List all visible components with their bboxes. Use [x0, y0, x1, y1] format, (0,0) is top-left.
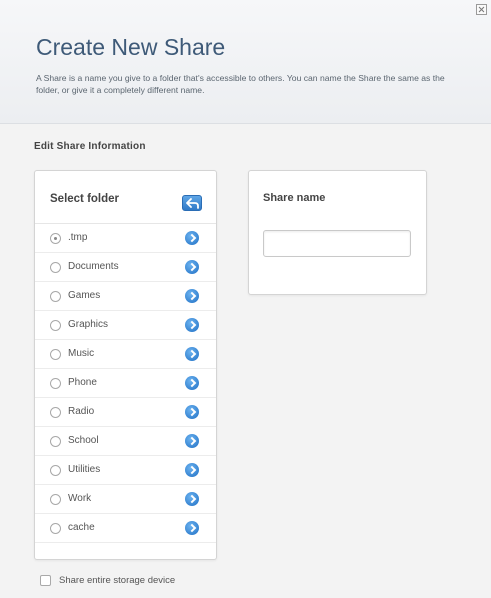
folder-name: Games [68, 290, 101, 301]
chevron-right-icon[interactable] [185, 492, 199, 506]
folder-radio[interactable] [50, 436, 61, 447]
folder-item[interactable]: School [35, 427, 216, 456]
folder-name: Music [68, 348, 95, 359]
folder-radio[interactable] [50, 407, 61, 418]
folder-name: Documents [68, 261, 119, 272]
back-arrow-icon[interactable] [182, 195, 202, 211]
folder-name: Work [68, 493, 92, 504]
folder-item[interactable]: Music [35, 340, 216, 369]
dialog-title: Create New Share [36, 34, 226, 60]
folder-panel-header: Select folder [35, 171, 216, 224]
select-folder-label: Select folder [50, 193, 120, 205]
folder-item[interactable]: Utilities [35, 456, 216, 485]
folder-radio[interactable] [50, 233, 61, 244]
folder-item[interactable]: .tmp [35, 224, 216, 253]
share-name-input[interactable] [263, 230, 411, 257]
folder-list: .tmp Documents Games Graphics Music Phone Radi… [35, 224, 216, 543]
folder-item[interactable]: Games [35, 282, 216, 311]
folder-name: Radio [68, 406, 95, 417]
close-icon[interactable] [476, 4, 487, 15]
share-entire-device-checkbox[interactable] [40, 575, 51, 586]
folder-radio[interactable] [50, 291, 61, 302]
chevron-right-icon[interactable] [185, 347, 199, 361]
folder-radio[interactable] [50, 349, 61, 360]
folder-radio[interactable] [50, 494, 61, 505]
chevron-right-icon[interactable] [185, 434, 199, 448]
dialog-description: A Share is a name you give to a folder t… [36, 73, 445, 95]
chevron-right-icon[interactable] [185, 231, 199, 245]
section-title: Edit Share Information [34, 141, 146, 152]
folder-name: Utilities [68, 464, 101, 475]
folder-item[interactable]: cache [35, 514, 216, 543]
chevron-right-icon[interactable] [185, 463, 199, 477]
folder-item[interactable]: Documents [35, 253, 216, 282]
share-name-label: Share name [263, 192, 326, 204]
create-share-dialog: Create New Share A Share is a name you g… [0, 0, 491, 598]
chevron-right-icon[interactable] [185, 260, 199, 274]
folder-name: Graphics [68, 319, 109, 330]
chevron-right-icon[interactable] [185, 376, 199, 390]
folder-item[interactable]: Phone [35, 369, 216, 398]
chevron-right-icon[interactable] [185, 289, 199, 303]
folder-radio[interactable] [50, 465, 61, 476]
folder-panel: Select folder .tmp Documents Games Graphics… [34, 170, 217, 560]
folder-name: Phone [68, 377, 97, 388]
share-entire-device-label: Share entire storage device [59, 575, 176, 586]
folder-radio[interactable] [50, 262, 61, 273]
share-panel: Share name [248, 170, 427, 295]
folder-name: School [68, 435, 99, 446]
folder-item[interactable]: Graphics [35, 311, 216, 340]
folder-radio[interactable] [50, 320, 61, 331]
back-arrow-glyph [186, 198, 199, 209]
folder-item[interactable]: Radio [35, 398, 216, 427]
folder-radio[interactable] [50, 378, 61, 389]
dialog-header: Create New Share A Share is a name you g… [0, 0, 491, 124]
chevron-right-icon[interactable] [185, 405, 199, 419]
folder-item[interactable]: Work [35, 485, 216, 514]
folder-radio[interactable] [50, 523, 61, 534]
folder-name: .tmp [68, 232, 88, 243]
chevron-right-icon[interactable] [185, 521, 199, 535]
chevron-right-icon[interactable] [185, 318, 199, 332]
folder-name: cache [68, 522, 95, 533]
